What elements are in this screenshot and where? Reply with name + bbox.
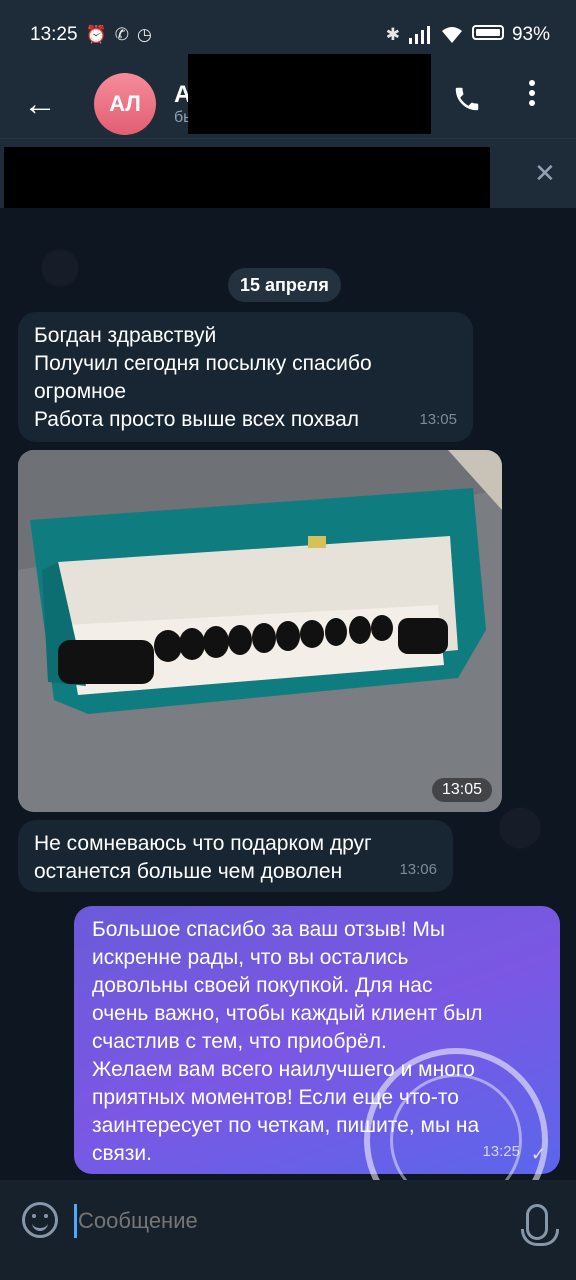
message-line: Большое спасибо за ваш отзыв! Мы bbox=[92, 918, 445, 941]
avatar[interactable]: АЛ bbox=[94, 73, 156, 135]
redaction-block bbox=[188, 54, 431, 134]
message-time: 13:05 bbox=[419, 411, 457, 428]
message-line: Не сомневаюсь что подарком друг bbox=[34, 832, 372, 855]
battery-level: 93% bbox=[511, 24, 550, 45]
message-line: Богдан здравствуй bbox=[34, 324, 217, 347]
bluetooth-icon: ✱ bbox=[385, 25, 400, 44]
close-icon[interactable]: ✕ bbox=[534, 158, 556, 189]
more-vertical-icon[interactable] bbox=[528, 78, 536, 108]
mic-icon[interactable] bbox=[521, 1204, 559, 1246]
message-time: 13:06 bbox=[399, 861, 437, 878]
message-input-bar bbox=[0, 1180, 576, 1280]
incoming-message[interactable]: Не сомневаюсь что подарком друг останетс… bbox=[18, 820, 453, 892]
text-cursor bbox=[74, 1204, 77, 1238]
message-time: 13:05 bbox=[431, 778, 492, 802]
emoji-icon[interactable] bbox=[22, 1202, 58, 1238]
message-line: очень важно, чтобы каждый клиент был bbox=[92, 1002, 483, 1025]
message-line: огромное bbox=[34, 380, 127, 403]
message-line: останется больше чем доволен bbox=[34, 860, 343, 883]
clock-icon: ◷ bbox=[136, 25, 152, 44]
message-line: Работа просто выше всех похвал bbox=[34, 408, 360, 431]
message-line: искренне рады, что вы остались bbox=[92, 946, 409, 969]
incoming-message[interactable]: Богдан здравствуй Получил сегодня посылк… bbox=[18, 312, 473, 442]
date-separator: 15 апреля bbox=[228, 268, 341, 302]
phone-icon[interactable] bbox=[452, 84, 482, 114]
message-input[interactable] bbox=[78, 1200, 498, 1242]
signal-icon bbox=[408, 26, 430, 44]
message-line: Получил сегодня посылку спасибо bbox=[34, 352, 372, 375]
photo-message[interactable]: 13:05 bbox=[18, 450, 502, 812]
wifi-icon bbox=[441, 27, 462, 43]
alarm-icon: ⏰ bbox=[85, 25, 107, 44]
status-time: 13:25 bbox=[30, 24, 78, 45]
rosary-box-photo bbox=[18, 450, 502, 812]
message-line: довольны своей покупкой. Для нас bbox=[92, 974, 433, 997]
battery-icon bbox=[471, 24, 504, 46]
back-arrow-icon[interactable]: ← bbox=[0, 87, 80, 121]
whatsapp-icon: ✆ bbox=[114, 25, 129, 44]
